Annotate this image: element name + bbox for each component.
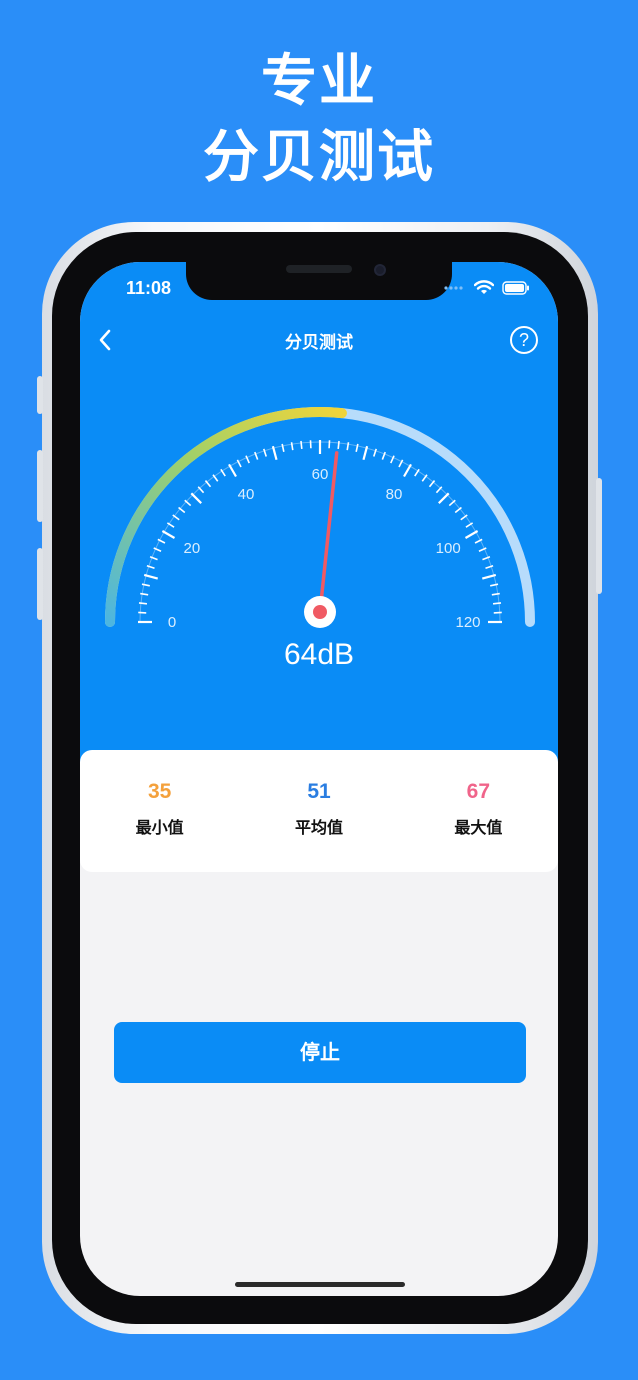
gauge-label-40: 40	[238, 486, 255, 503]
decibel-reading: 64dB	[283, 638, 355, 671]
camera-icon	[374, 264, 386, 276]
gauge-label-120: 120	[455, 614, 480, 631]
gauge-major-tick	[190, 492, 202, 504]
power-button	[596, 478, 602, 594]
gauge-major-tick	[403, 463, 412, 478]
gauge-minor-tick	[290, 442, 294, 451]
gauge-minor-tick	[281, 443, 285, 452]
help-icon[interactable]: ?	[510, 326, 538, 354]
gauge-minor-tick	[141, 583, 150, 587]
stat-avg-value: 51	[307, 780, 331, 803]
stats-card: 35 最小值 51 平均值 67 最大值	[80, 750, 558, 872]
stat-avg: 51 平均值	[239, 750, 398, 872]
stat-max-label: 最大值	[454, 818, 503, 837]
gauge-minor-tick	[138, 602, 148, 605]
needle-hub-dot	[313, 605, 327, 619]
gauge-label-100: 100	[436, 540, 461, 557]
gauge-major-tick	[438, 492, 450, 504]
gauge-minor-tick	[140, 592, 149, 596]
gauge-minor-tick	[346, 442, 350, 451]
stat-max-value: 67	[466, 780, 490, 803]
volume-up-button	[37, 450, 43, 522]
promo-title-line1: 专业	[261, 49, 377, 114]
gauge-minor-tick	[490, 583, 499, 587]
wifi-icon	[474, 280, 494, 294]
gauge-minor-tick	[300, 440, 303, 450]
gauge-label-0: 0	[168, 614, 176, 631]
gauge-label-20: 20	[183, 540, 200, 557]
stop-button[interactable]: 停止	[114, 1022, 526, 1083]
gauge-minor-tick	[355, 443, 359, 452]
stat-min: 35 最小值	[80, 750, 239, 872]
stat-min-label: 最小值	[135, 818, 184, 837]
gauge-major-tick	[464, 530, 479, 539]
home-indicator	[235, 1282, 405, 1287]
signal-icon	[444, 286, 463, 290]
promo-title-line2: 分贝测试	[203, 125, 435, 190]
stat-max: 67 最大值	[399, 750, 558, 872]
page-title: 分贝测试	[285, 333, 353, 353]
volume-down-button	[37, 548, 43, 620]
battery-icon	[502, 281, 529, 295]
status-time: 11:08	[126, 278, 172, 298]
speaker-grille	[286, 265, 352, 273]
gauge-major-tick	[228, 463, 237, 478]
mute-switch	[37, 376, 43, 414]
gauge-label-60: 60	[312, 466, 329, 483]
notch	[186, 262, 452, 300]
gauge-minor-tick	[492, 602, 502, 605]
stat-min-value: 35	[147, 780, 172, 803]
status-icons	[444, 280, 530, 296]
app-screen: 11:08 分贝测试 ? 0 20 40 60 80 100 120 64dB …	[80, 262, 558, 1296]
gauge-fill-arc	[105, 407, 347, 627]
gauge-minor-tick	[337, 440, 340, 450]
stat-avg-label: 平均值	[294, 818, 343, 837]
gauge-major-tick	[161, 530, 176, 539]
gauge-minor-tick	[491, 592, 500, 596]
gauge-label-80: 80	[386, 486, 403, 503]
